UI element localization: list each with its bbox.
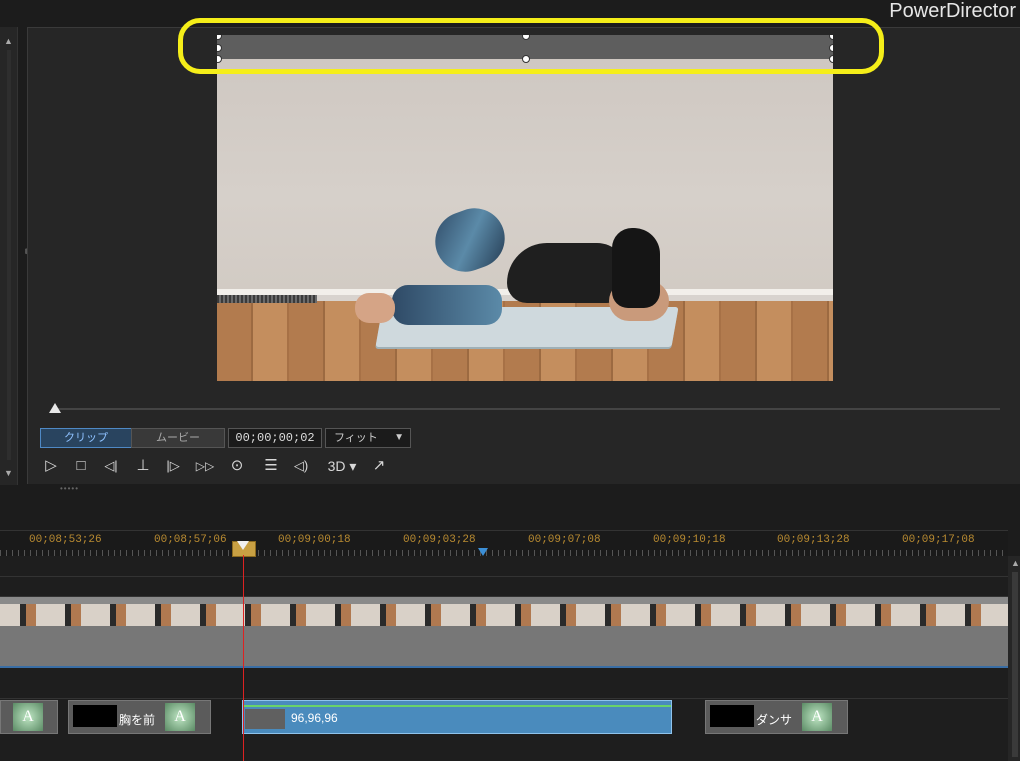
subtitles-icon[interactable]: ☰ xyxy=(260,456,282,476)
track-separator xyxy=(0,576,1008,577)
title-clip[interactable]: ダンサ A xyxy=(705,700,848,734)
title-clip-thumbnail xyxy=(245,709,285,729)
title-clip-label: 胸を前 xyxy=(119,713,156,727)
clip-selection-bar xyxy=(243,705,671,707)
timeline-scrollbar-thumb[interactable] xyxy=(1012,572,1018,757)
scroll-up-arrow-icon[interactable]: ▲ xyxy=(4,36,13,46)
title-clip[interactable]: A xyxy=(0,700,58,734)
playback-slider-thumb[interactable] xyxy=(49,403,61,413)
title-effect-icon: A xyxy=(13,703,43,731)
ruler-tick-label: 00;09;10;18 xyxy=(653,534,726,546)
next-frame-icon[interactable]: |▷ xyxy=(162,456,184,476)
tab-clip-mode[interactable]: クリップ xyxy=(40,428,132,448)
app-title: PowerDirector xyxy=(889,0,1016,22)
preview-video-frame[interactable] xyxy=(217,35,833,381)
title-clip-label: ダンサ xyxy=(756,713,793,727)
ruler-tick-label: 00;09;03;28 xyxy=(403,534,476,546)
title-clip-thumbnail xyxy=(73,705,117,727)
undock-preview-icon[interactable]: ↗ xyxy=(368,456,390,476)
playhead-knob-icon[interactable] xyxy=(237,541,249,550)
scroll-up-arrow-icon[interactable]: ▲ xyxy=(1011,558,1020,568)
scene-vent xyxy=(217,295,317,303)
mode-3d-dropdown[interactable]: 3D ▾ xyxy=(322,456,362,476)
title-clip[interactable]: 胸を前 A xyxy=(68,700,211,734)
ruler-tick-label: 00;09;07;08 xyxy=(528,534,601,546)
previous-frame-icon[interactable]: ◁| xyxy=(100,456,122,476)
track-separator xyxy=(0,698,1008,699)
ruler-tick-label: 00;08;57;06 xyxy=(154,534,227,546)
play-icon[interactable]: ▷ xyxy=(40,456,62,476)
left-scrollbar-track[interactable] xyxy=(7,50,11,460)
annotation-highlight-ellipse xyxy=(178,18,884,74)
playhead-line[interactable] xyxy=(243,555,244,761)
split-icon[interactable]: ⊥ xyxy=(132,456,154,476)
dock-resize-grip[interactable]: ••••• xyxy=(60,484,79,493)
tab-movie-mode[interactable]: ムービー xyxy=(131,428,225,448)
scene-person-head xyxy=(612,228,660,308)
scene-person-feet xyxy=(355,293,395,323)
selected-title-clip[interactable]: 96,96,96 xyxy=(242,700,672,734)
timecode-field[interactable]: 00;00;00;02 xyxy=(228,428,322,448)
zoom-fit-label: フィット xyxy=(334,432,378,444)
scroll-down-arrow-icon[interactable]: ▼ xyxy=(4,468,13,478)
ruler-tick-label: 00;08;53;26 xyxy=(29,534,102,546)
volume-icon[interactable]: ◁) xyxy=(290,456,312,476)
video-clip-audio xyxy=(0,626,1008,668)
scene-person-leg xyxy=(392,285,502,325)
fast-forward-icon[interactable]: ▷▷ xyxy=(194,456,216,476)
title-effect-icon: A xyxy=(165,703,195,731)
snapshot-camera-icon[interactable]: ⊙ xyxy=(226,456,248,476)
title-clip-thumbnail xyxy=(710,705,754,727)
title-effect-icon: A xyxy=(802,703,832,731)
stop-icon[interactable]: □ xyxy=(70,456,92,476)
ruler-tick-label: 00;09;13;28 xyxy=(777,534,850,546)
title-clip-label: 96,96,96 xyxy=(291,711,338,725)
video-clip-thumbnails xyxy=(0,604,1008,626)
zoom-fit-dropdown[interactable]: フィット ▼ xyxy=(325,428,411,448)
playback-slider-track[interactable] xyxy=(55,408,1000,410)
chevron-down-icon: ▼ xyxy=(394,432,404,443)
ruler-tick-label: 00;09;00;18 xyxy=(278,534,351,546)
ruler-tick-label: 00;09;17;08 xyxy=(902,534,975,546)
